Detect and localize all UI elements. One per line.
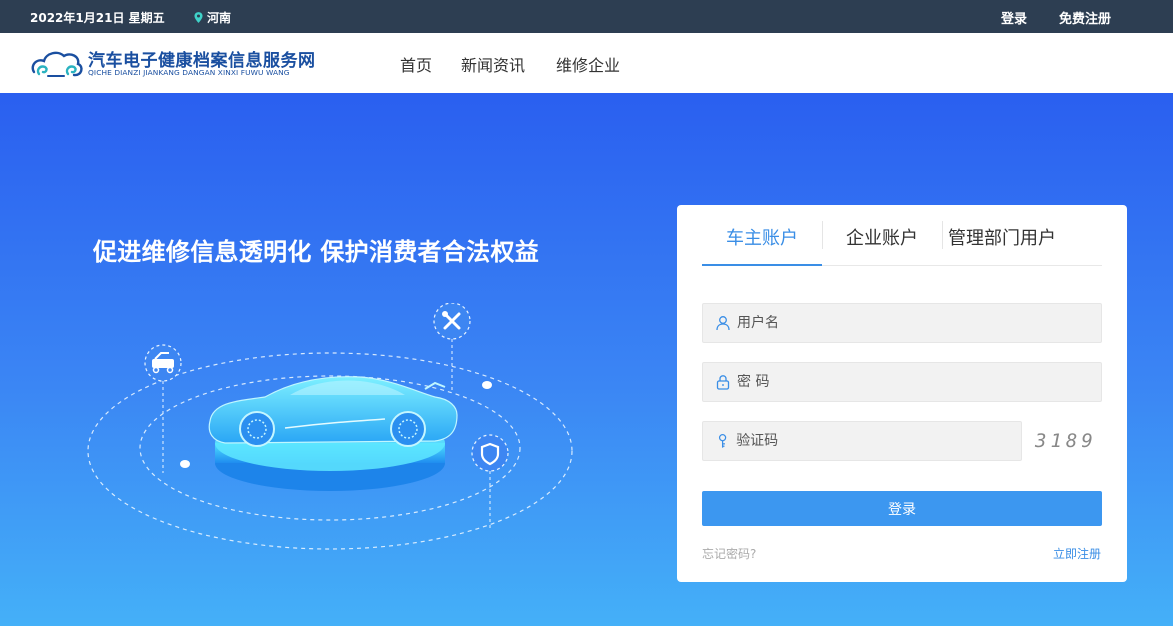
location-label: 河南: [207, 11, 232, 25]
password-field[interactable]: [702, 362, 1102, 402]
car-illustration: [87, 303, 573, 550]
tab-admin-account[interactable]: 管理部门用户: [948, 224, 1056, 250]
top-bar: 2022年1月21日 星期五 河南 登录 免费注册: [0, 0, 1173, 33]
logo-subtitle: QICHE DIANZI JIANKANG DANGAN XINXI FUWU …: [88, 68, 290, 77]
current-date: 2022年1月21日 星期五: [30, 11, 165, 25]
nav-home[interactable]: 首页: [400, 52, 432, 76]
lock-icon: [716, 375, 730, 390]
top-register-link[interactable]: 免费注册: [1059, 8, 1111, 27]
shield-icon: [471, 434, 509, 528]
login-button[interactable]: 登录: [702, 491, 1102, 526]
active-tab-indicator: [702, 264, 822, 266]
register-now-link[interactable]: 立即注册: [1053, 545, 1101, 562]
captcha-field[interactable]: [702, 421, 1022, 461]
login-card: 车主账户 企业账户 管理部门用户 用户名 验证码 3189 登录 忘记密码? 立…: [677, 205, 1127, 582]
site-header: 汽车电子健康档案信息服务网 QICHE DIANZI JIANKANG DANG…: [0, 33, 1173, 93]
site-logo[interactable]: 汽车电子健康档案信息服务网 QICHE DIANZI JIANKANG DANG…: [30, 46, 315, 82]
hero-slogan: 促进维修信息透明化 保护消费者合法权益: [93, 238, 540, 266]
key-icon: [718, 434, 727, 448]
tab-company-account[interactable]: 企业账户: [846, 224, 918, 250]
captcha-input[interactable]: [736, 433, 1021, 449]
captcha-image[interactable]: 3189: [1035, 430, 1097, 452]
location-pin-icon: [194, 12, 203, 23]
hero-banner: 促进维修信息透明化 保护消费者合法权益 车主账户 企业账户 管理部门用户 用户名…: [0, 93, 1173, 626]
nav-repair-companies[interactable]: 维修企业: [556, 52, 620, 76]
top-login-link[interactable]: 登录: [1001, 8, 1027, 27]
nav-news[interactable]: 新闻资讯: [461, 52, 525, 76]
tab-divider: [822, 221, 823, 249]
username-field[interactable]: [702, 303, 1102, 343]
password-input[interactable]: [737, 374, 1037, 390]
forgot-password-link[interactable]: 忘记密码?: [702, 545, 756, 562]
account-tabs: 车主账户 企业账户 管理部门用户: [702, 205, 1102, 266]
tab-owner-account[interactable]: 车主账户: [726, 224, 798, 250]
tow-truck-icon: [144, 344, 182, 473]
tab-divider: [942, 221, 943, 249]
location-selector[interactable]: 河南: [194, 9, 231, 26]
wrench-icon: [433, 303, 471, 391]
user-icon: [716, 316, 730, 331]
logo-cloud-icon: [31, 51, 83, 77]
username-input[interactable]: [737, 315, 1037, 331]
